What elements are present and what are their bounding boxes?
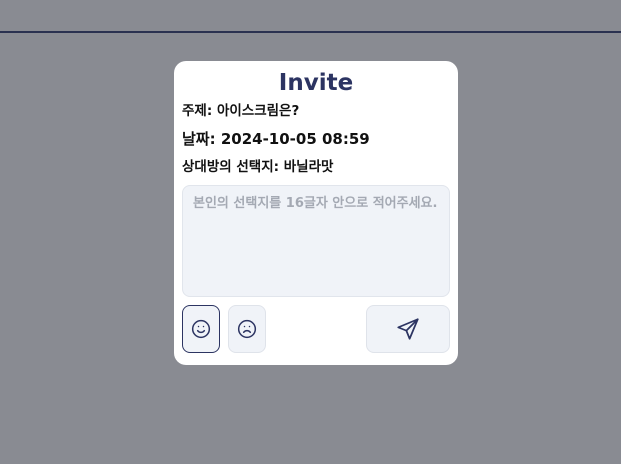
invite-modal: Invite 주제: 아이스크림은? 날짜: 2024-10-05 08:59 …	[174, 61, 458, 365]
opponent-choice-text: 상대방의 선택지: 바닐라맛	[182, 159, 334, 175]
action-bar	[182, 305, 450, 353]
smile-icon	[191, 319, 211, 339]
date-text: 날짜: 2024-10-05 08:59	[182, 130, 370, 148]
frown-icon	[237, 319, 257, 339]
choice-input[interactable]	[182, 185, 450, 297]
header-divider	[0, 31, 621, 33]
topic-text: 주제: 아이스크림은?	[182, 103, 300, 119]
modal-title: Invite	[278, 70, 354, 96]
send-button[interactable]	[366, 305, 450, 353]
like-button[interactable]	[182, 305, 220, 353]
send-icon	[395, 316, 421, 342]
dislike-button[interactable]	[228, 305, 266, 353]
